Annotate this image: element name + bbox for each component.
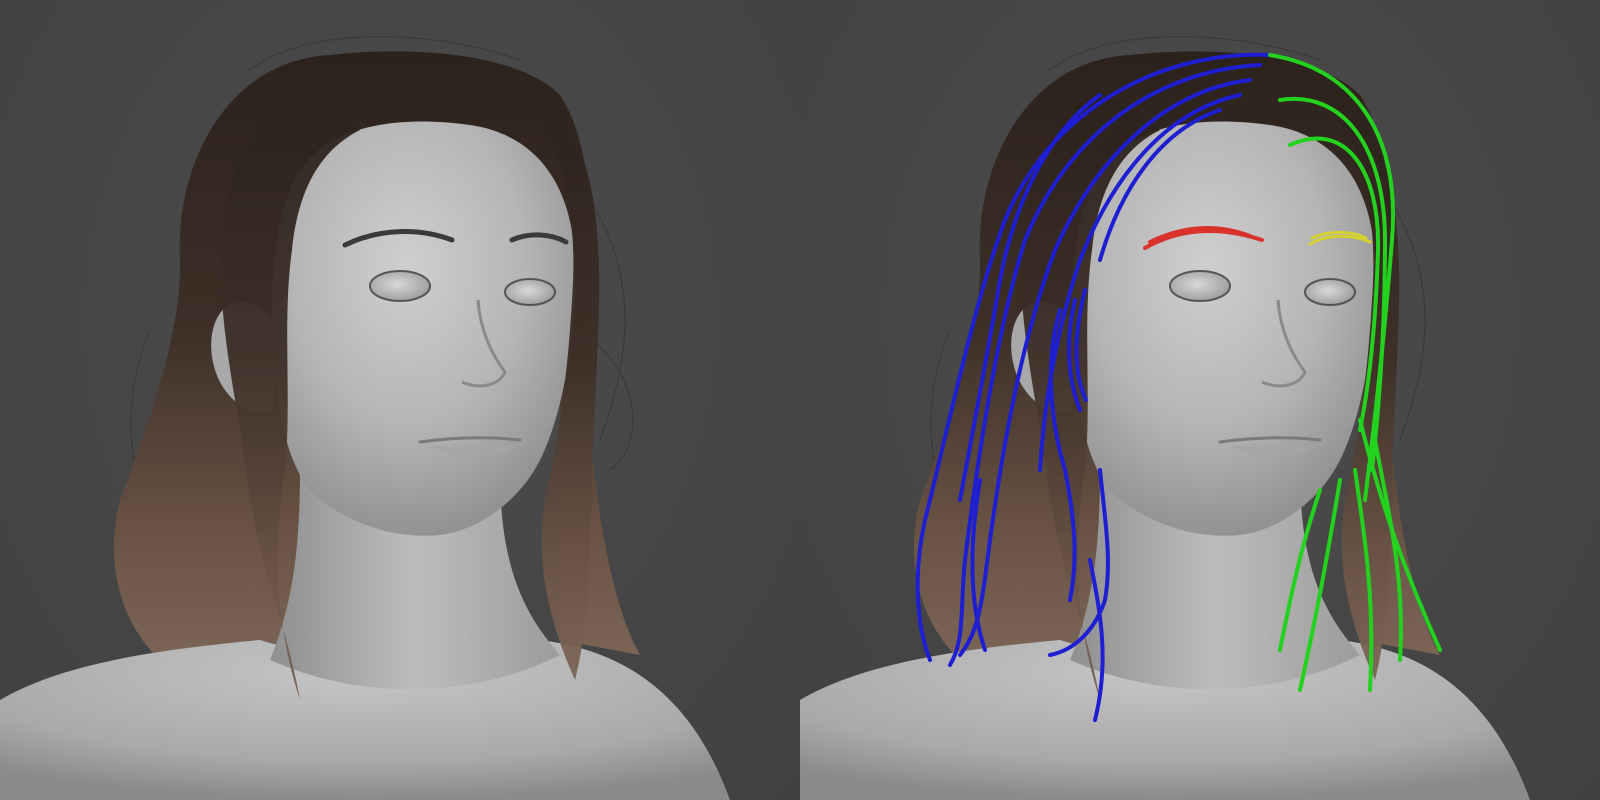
guides-panel bbox=[800, 0, 1600, 800]
eye-left bbox=[1169, 270, 1231, 302]
eye-right bbox=[504, 278, 556, 306]
eye-right bbox=[1304, 278, 1356, 306]
face bbox=[271, 121, 575, 536]
image-stage bbox=[0, 0, 1600, 800]
head-render bbox=[0, 36, 730, 800]
eye-left bbox=[369, 270, 431, 302]
head-guides-render bbox=[800, 36, 1530, 800]
render-panel bbox=[0, 0, 800, 800]
